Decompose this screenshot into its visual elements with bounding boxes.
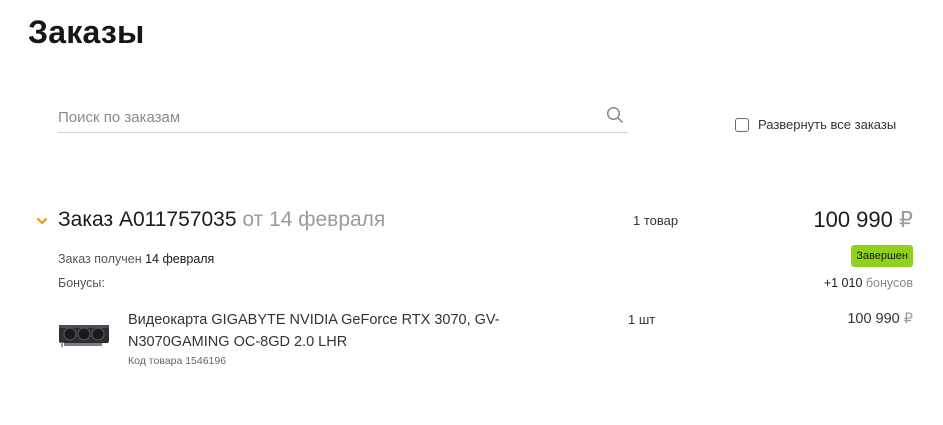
order-received-date: 14 февраля [145,252,215,266]
order-title[interactable]: Заказ A011757035 от 14 февраля [58,208,385,232]
search-icon[interactable] [606,106,624,124]
order-received-label: Заказ получен [58,252,142,266]
product-code: Код товара 1546196 [128,355,227,367]
bonus-label: Бонусы: [58,276,105,290]
page-title: Заказы [28,14,145,50]
order-title-prefix: Заказ [58,208,114,231]
product-name-link[interactable]: Видеокарта GIGABYTE NVIDIA GeForce RTX 3… [128,309,548,353]
bonus-value: +1 010 бонусов [824,276,913,290]
product-price-amount: 100 990 [847,311,900,327]
bonus-amount: +1 010 [823,276,863,290]
expand-all-label: Развернуть все заказы [758,117,897,132]
bonus-unit: бонусов [865,276,913,290]
order-items-count: 1 товар [633,213,679,228]
product-quantity: 1 шт [628,312,656,327]
orders-page: Заказы Развернуть все заказы Заказ A0117… [0,0,943,425]
expand-all-toggle[interactable]: Развернуть все заказы [735,117,896,132]
order-total: 100 990 ₽ [813,207,913,233]
search-input[interactable] [58,104,598,130]
status-badge: Завершен [851,245,913,267]
product-price: 100 990 ₽ [847,311,913,327]
product-image[interactable] [58,320,110,350]
order-date: от 14 февраля [242,208,386,231]
order-total-amount: 100 990 [813,207,893,232]
ruble-sign: ₽ [899,207,913,232]
expand-all-checkbox[interactable] [735,117,749,132]
chevron-down-icon[interactable] [36,213,48,224]
ruble-sign: ₽ [903,311,913,327]
order-received: Заказ получен 14 февраля [58,252,214,266]
search-bar [58,104,628,133]
order-number: A011757035 [118,208,237,231]
